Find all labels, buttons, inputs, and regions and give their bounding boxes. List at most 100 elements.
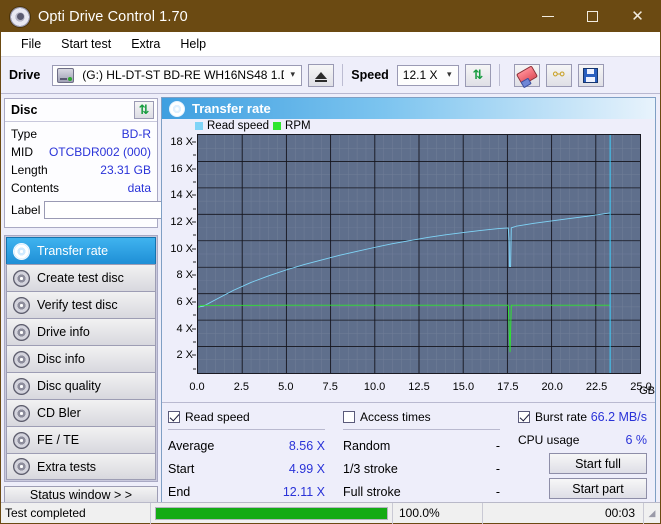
y-tick-label: 12 X — [170, 216, 193, 228]
speed-select-value: 12.1 X — [398, 68, 441, 82]
sidebar-item-fe-te[interactable]: FE / TE — [6, 426, 156, 453]
key-button[interactable]: ⚯ — [546, 64, 572, 87]
sidebar-item-drive-info[interactable]: Drive info — [6, 318, 156, 345]
eject-button[interactable] — [308, 64, 334, 87]
y-minor-tick — [193, 368, 196, 369]
disc-contents-label: Contents — [11, 181, 59, 195]
save-button[interactable] — [578, 64, 604, 87]
chart-legend: Read speed RPM — [195, 120, 311, 132]
y-tick-label: 8 X — [176, 269, 193, 281]
disc-icon — [13, 432, 30, 449]
toolbar-divider-2 — [499, 64, 500, 86]
x-tick-label: 5.0 — [278, 381, 293, 393]
chart-x-axis: 0.02.55.07.510.012.515.017.520.022.525.0 — [162, 381, 655, 397]
stat-row-random: Random - — [343, 434, 518, 457]
start-part-button[interactable]: Start part — [549, 478, 647, 499]
progress-bar-fill — [156, 508, 387, 519]
disc-icon — [13, 324, 30, 341]
burst-rate-checkbox-row[interactable]: Burst rate — [518, 408, 587, 426]
disc-icon — [13, 270, 30, 287]
full-stroke-label: Full stroke — [343, 485, 401, 499]
toolbar-divider-1 — [342, 64, 343, 86]
menu-extra[interactable]: Extra — [121, 35, 170, 53]
x-tick-label: 2.5 — [234, 381, 249, 393]
legend-label-read-speed: Read speed — [207, 120, 269, 132]
sidebar-item-create-test-disc[interactable]: Create test disc — [6, 264, 156, 291]
refresh-speed-button[interactable]: ⇅ — [465, 64, 491, 87]
drive-icon — [57, 68, 74, 83]
right-content: Transfer rate Read speed RPM 2 X4 X6 X8 … — [161, 94, 660, 503]
erase-button[interactable] — [514, 64, 540, 87]
minimize-button[interactable] — [525, 1, 570, 32]
burst-rate-checkbox[interactable] — [518, 411, 530, 423]
close-button[interactable]: ✕ — [615, 1, 660, 32]
disc-contents-value: data — [128, 181, 151, 195]
start-label: Start — [168, 462, 194, 476]
sidebar-item-transfer-rate[interactable]: Transfer rate — [6, 237, 156, 264]
status-window-button[interactable]: Status window > > — [4, 486, 158, 503]
y-tick-mark — [192, 355, 196, 356]
maximize-button[interactable] — [570, 1, 615, 32]
read-speed-checkbox[interactable] — [168, 411, 180, 423]
third-stroke-value: - — [496, 462, 500, 476]
end-label: End — [168, 485, 190, 499]
x-tick-label: 7.5 — [323, 381, 338, 393]
menu-bar: File Start test Extra Help — [1, 32, 660, 57]
disc-row-type: Type BD-R — [11, 125, 151, 143]
speed-select[interactable]: 12.1 X ▾ — [397, 65, 459, 86]
disc-type-label: Type — [11, 127, 37, 141]
y-tick-mark — [192, 302, 196, 303]
menu-start-test[interactable]: Start test — [51, 35, 121, 53]
menu-file[interactable]: File — [11, 35, 51, 53]
sidebar-item-label: Verify test disc — [37, 298, 118, 312]
window-controls: ✕ — [525, 1, 660, 32]
y-minor-tick — [193, 288, 196, 289]
read-speed-checkbox-row[interactable]: Read speed — [168, 408, 343, 426]
y-minor-tick — [193, 182, 196, 183]
y-minor-tick — [193, 208, 196, 209]
random-value: - — [496, 439, 500, 453]
key-icon: ⚯ — [553, 68, 565, 82]
end-value: 12.11 X — [283, 485, 325, 499]
y-tick-label: 14 X — [170, 189, 193, 201]
x-tick-label: 15.0 — [453, 381, 474, 393]
refresh-icon: ⇅ — [472, 69, 483, 82]
drive-select[interactable]: (G:) HL-DT-ST BD-RE WH16NS48 1.D3 ▾ — [52, 65, 302, 86]
chart-svg — [198, 135, 640, 373]
legend-swatch-read-speed — [195, 122, 203, 130]
eject-icon — [315, 72, 327, 79]
chevron-down-icon: ▾ — [284, 70, 301, 80]
app-disc-icon — [10, 7, 30, 27]
x-tick-label: 12.5 — [408, 381, 429, 393]
disc-icon — [13, 297, 30, 314]
disc-type-value: BD-R — [122, 127, 151, 141]
start-value: 4.99 X — [289, 462, 325, 476]
resize-grip-icon[interactable]: ◢ — [644, 503, 660, 524]
sidebar-item-label: Create test disc — [37, 271, 124, 285]
stat-row-start: Start 4.99 X — [168, 457, 343, 480]
read-speed-checkbox-label: Read speed — [185, 410, 250, 424]
disc-refresh-button[interactable]: ⇅ — [134, 101, 154, 119]
burst-rate-value: 66.2 MB/s — [591, 410, 647, 424]
access-times-checkbox[interactable] — [343, 411, 355, 423]
sidebar-item-cd-bler[interactable]: CD Bler — [6, 399, 156, 426]
chart-canvas — [197, 134, 641, 374]
disc-icon — [13, 243, 30, 260]
sidebar-item-extra-tests[interactable]: Extra tests — [6, 453, 156, 480]
sidebar-item-verify-test-disc[interactable]: Verify test disc — [6, 291, 156, 318]
chart-x-unit: GB — [639, 385, 655, 397]
stat-row-third-stroke: 1/3 stroke - — [343, 457, 518, 480]
speed-label: Speed — [351, 68, 389, 82]
sidebar-item-disc-quality[interactable]: Disc quality — [6, 372, 156, 399]
chart-plot-area: Read speed RPM 2 X4 X6 X8 X10 X12 X14 X1… — [162, 119, 655, 402]
x-tick-label: 10.0 — [364, 381, 385, 393]
disc-label-row: Label — [11, 198, 151, 222]
menu-help[interactable]: Help — [170, 35, 216, 53]
sidebar-item-disc-info[interactable]: Disc info — [6, 345, 156, 372]
burst-rate-checkbox-label: Burst rate — [535, 410, 587, 424]
y-minor-tick — [193, 155, 196, 156]
application-window: Opti Drive Control 1.70 ✕ File Start tes… — [0, 0, 661, 524]
access-times-checkbox-row[interactable]: Access times — [343, 408, 518, 426]
disc-row-mid: MID OTCBDR002 (000) — [11, 143, 151, 161]
start-full-button[interactable]: Start full — [549, 453, 647, 474]
